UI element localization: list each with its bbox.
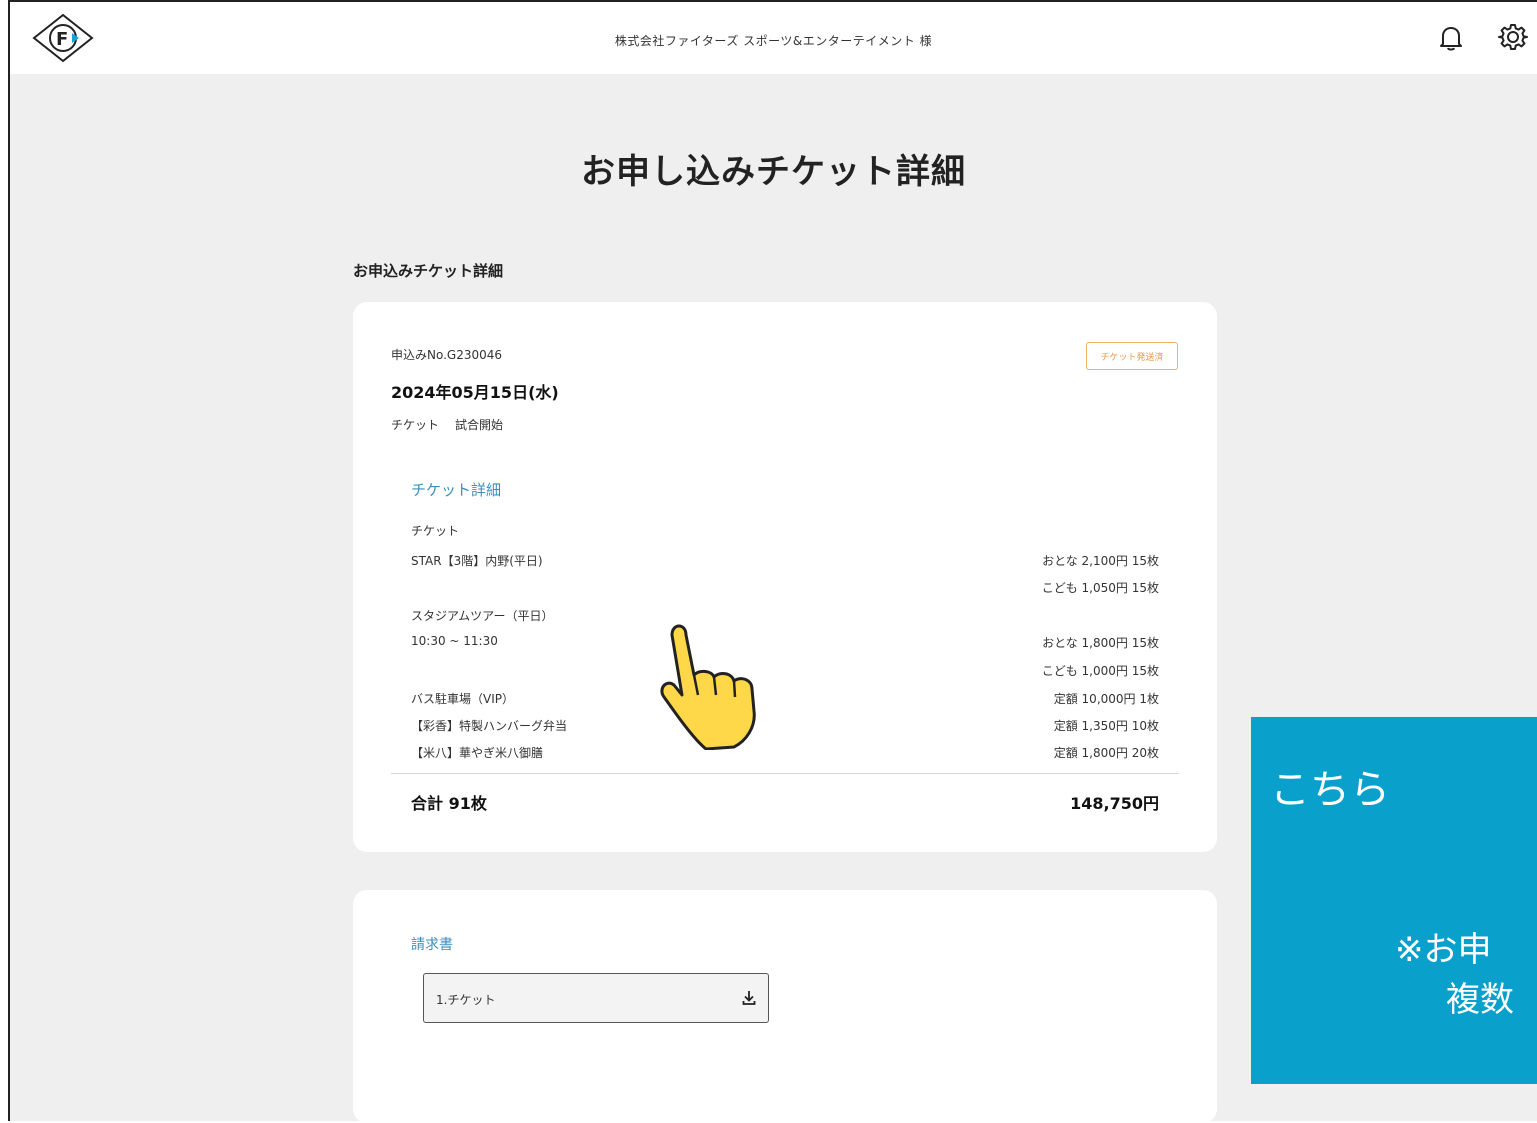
ticket-row: 10:30 ~ 11:30 おとな 1,800円 15枚 xyxy=(411,634,1159,654)
page-title: お申し込みチケット詳細 xyxy=(581,152,966,192)
callout-line-3: 複数 xyxy=(1446,980,1514,1020)
ticket-type: チケット xyxy=(391,418,440,432)
row-price: こども 1,050円 15枚 xyxy=(1041,581,1159,595)
row-name: 【米八】華やぎ米八御膳 xyxy=(411,746,544,760)
ticket-details-heading: チケット詳細 xyxy=(411,481,502,499)
row-price: 定額 1,800円 20枚 xyxy=(1053,746,1159,760)
total-count: 合計 91枚 xyxy=(411,794,487,813)
row-price: こども 1,000円 15枚 xyxy=(1041,664,1159,678)
row-name: 【彩香】特製ハンバーグ弁当 xyxy=(411,719,568,733)
download-icon xyxy=(742,991,756,1005)
gear-icon[interactable] xyxy=(1498,22,1528,52)
ticket-row: 【彩香】特製ハンバーグ弁当 定額 1,350円 10枚 xyxy=(411,717,1159,737)
row-name: STAR【3階】内野(平日) xyxy=(411,554,543,568)
row-price: 定額 10,000円 1枚 xyxy=(1053,692,1159,706)
company-name: 株式会社ファイターズ スポーツ&エンターテイメント 様 xyxy=(614,34,933,48)
invoice-button-label: 1.チケット xyxy=(436,993,496,1007)
ticket-label: チケット xyxy=(411,524,460,538)
ticket-row: こども 1,050円 15枚 xyxy=(411,579,1159,599)
callout-line-2: ※お申 xyxy=(1395,930,1492,970)
total-amount: 148,750円 xyxy=(1070,794,1159,813)
application-number: 申込みNo.G230046 xyxy=(391,348,503,362)
hand-pointer-icon xyxy=(660,624,756,750)
app-frame: F 株式会社ファイターズ スポーツ&エンターテイメント 様 お申し込みチケット詳… xyxy=(8,0,1537,1123)
row-price: おとな 1,800円 15枚 xyxy=(1042,636,1159,650)
event-name: 試合開始 xyxy=(455,418,504,432)
callout-line-1: こちら xyxy=(1270,767,1390,813)
row-name: スタジアムツアー（平日） xyxy=(411,609,554,623)
invoice-download-button[interactable]: 1.チケット xyxy=(423,973,769,1023)
invoice-heading: 請求書 xyxy=(411,937,453,953)
bell-icon[interactable] xyxy=(1438,24,1464,52)
ticket-detail-card: 申込みNo.G230046 チケット発送済 2024年05月15日(水) チケッ… xyxy=(353,302,1217,852)
event-date: 2024年05月15日(水) xyxy=(391,383,559,402)
ticket-row: バス駐車場（VIP） 定額 10,000円 1枚 xyxy=(411,690,1159,710)
event-info: チケット 試合開始 xyxy=(391,416,503,433)
divider xyxy=(391,773,1179,774)
row-price: 定額 1,350円 10枚 xyxy=(1053,719,1159,733)
instruction-callout: こちら ※お申 複数 xyxy=(1251,717,1537,1084)
ticket-row: スタジアムツアー（平日） xyxy=(411,607,1159,627)
ticket-row: STAR【3階】内野(平日) おとな 2,100円 15枚 xyxy=(411,552,1159,572)
top-bar: F 株式会社ファイターズ スポーツ&エンターテイメント 様 xyxy=(10,2,1537,74)
invoice-card: 請求書 1.チケット xyxy=(353,890,1217,1123)
ticket-row: こども 1,000円 15枚 xyxy=(411,662,1159,682)
row-name: バス駐車場（VIP） xyxy=(411,692,514,706)
section-title: お申込みチケット詳細 xyxy=(353,262,504,280)
row-price: おとな 2,100円 15枚 xyxy=(1042,554,1159,568)
ticket-row: 【米八】華やぎ米八御膳 定額 1,800円 20枚 xyxy=(411,744,1159,764)
status-badge: チケット発送済 xyxy=(1086,342,1178,370)
row-name: 10:30 ~ 11:30 xyxy=(411,634,498,648)
